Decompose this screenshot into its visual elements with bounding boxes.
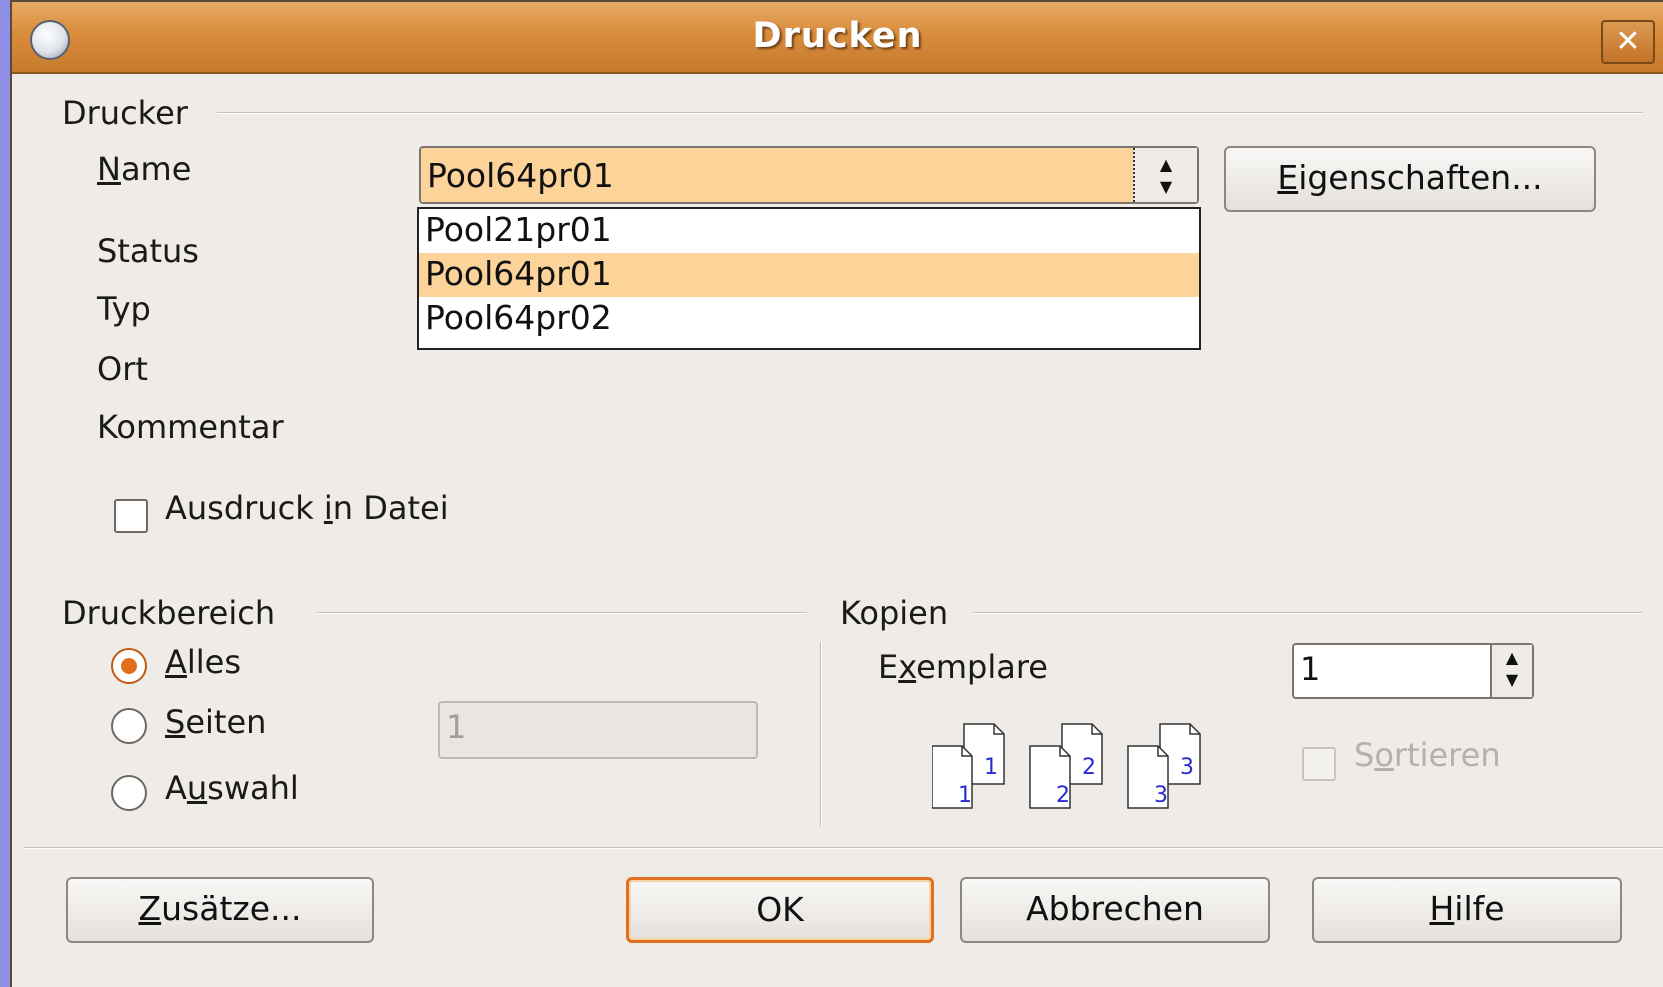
pages-label[interactable]: Seiten bbox=[165, 703, 266, 741]
name-label-text: ame bbox=[120, 150, 192, 188]
all-radio[interactable] bbox=[111, 648, 147, 684]
pages-radio[interactable] bbox=[111, 708, 147, 744]
name-label: Name bbox=[97, 150, 192, 188]
print-to-file-checkbox[interactable] bbox=[114, 499, 148, 533]
properties-button[interactable]: Eigenschaften... bbox=[1224, 146, 1596, 212]
help-button[interactable]: Hilfe bbox=[1312, 877, 1622, 943]
properties-button-text: igenschaften... bbox=[1298, 158, 1543, 197]
window-title: Drucken bbox=[752, 16, 923, 56]
collate-number: 1 bbox=[958, 783, 972, 808]
printer-dropdown-list[interactable]: Pool21pr01 Pool64pr01 Pool64pr02 bbox=[417, 207, 1201, 350]
collate-number: 3 bbox=[1154, 783, 1168, 808]
copies-count-label: Exemplare bbox=[878, 648, 1048, 686]
collate-label: Sortieren bbox=[1354, 736, 1501, 774]
printer-group-label: Drucker bbox=[62, 94, 188, 132]
combobox-arrows-icon[interactable]: ▲ ▼ bbox=[1133, 148, 1197, 202]
printer-option[interactable]: Pool64pr02 bbox=[419, 297, 1199, 341]
range-group-divider bbox=[317, 612, 807, 614]
copies-count-value: 1 bbox=[1300, 650, 1321, 688]
print-to-file-label[interactable]: Ausdruck in Datei bbox=[165, 489, 449, 527]
selection-radio[interactable] bbox=[111, 775, 147, 811]
collate-number: 3 bbox=[1180, 755, 1194, 780]
printer-option-selected[interactable]: Pool64pr01 bbox=[419, 253, 1199, 297]
collate-checkbox[interactable] bbox=[1302, 747, 1336, 781]
collate-number: 2 bbox=[1082, 755, 1096, 780]
title-bar[interactable]: Drucken ✕ bbox=[12, 2, 1663, 74]
ok-button[interactable]: OK bbox=[626, 877, 934, 943]
comment-label: Kommentar bbox=[97, 408, 284, 446]
options-button[interactable]: Zusätze... bbox=[66, 877, 374, 943]
range-group-label: Druckbereich bbox=[62, 594, 276, 632]
print-dialog: Drucken ✕ Drucker Name Status Typ Ort Ko… bbox=[10, 0, 1663, 987]
range-copies-separator bbox=[820, 642, 822, 827]
printer-group-divider bbox=[217, 112, 1642, 114]
printer-name-value: Pool64pr01 bbox=[427, 156, 614, 195]
copies-group-label: Kopien bbox=[840, 594, 949, 632]
button-row-separator bbox=[24, 847, 1663, 849]
collate-page-set-3: 3 3 bbox=[1127, 723, 1201, 809]
type-label: Typ bbox=[97, 290, 151, 328]
pages-input[interactable]: 1 bbox=[438, 701, 758, 759]
printer-option[interactable]: Pool21pr01 bbox=[419, 209, 1199, 253]
status-label: Status bbox=[97, 232, 199, 270]
copies-group-divider bbox=[972, 612, 1642, 614]
collate-page-set-1: 1 1 bbox=[932, 723, 1005, 809]
collate-number: 2 bbox=[1056, 783, 1070, 808]
all-label[interactable]: Alles bbox=[165, 643, 241, 681]
collate-number: 1 bbox=[984, 755, 998, 780]
spinner-arrows-icon[interactable]: ▲ ▼ bbox=[1490, 645, 1532, 697]
printer-name-combobox[interactable]: Pool64pr01 ▲ ▼ bbox=[419, 146, 1199, 204]
close-button[interactable]: ✕ bbox=[1601, 20, 1655, 64]
collate-page-set-2: 2 2 bbox=[1029, 723, 1103, 809]
selection-label[interactable]: Auswahl bbox=[165, 769, 299, 807]
collate-illustration-icon: 1 1 2 2 3 3 bbox=[932, 723, 1201, 809]
cancel-button[interactable]: Abbrechen bbox=[960, 877, 1270, 943]
location-label: Ort bbox=[97, 350, 148, 388]
copies-count-spinner[interactable]: 1 ▲ ▼ bbox=[1292, 643, 1534, 699]
